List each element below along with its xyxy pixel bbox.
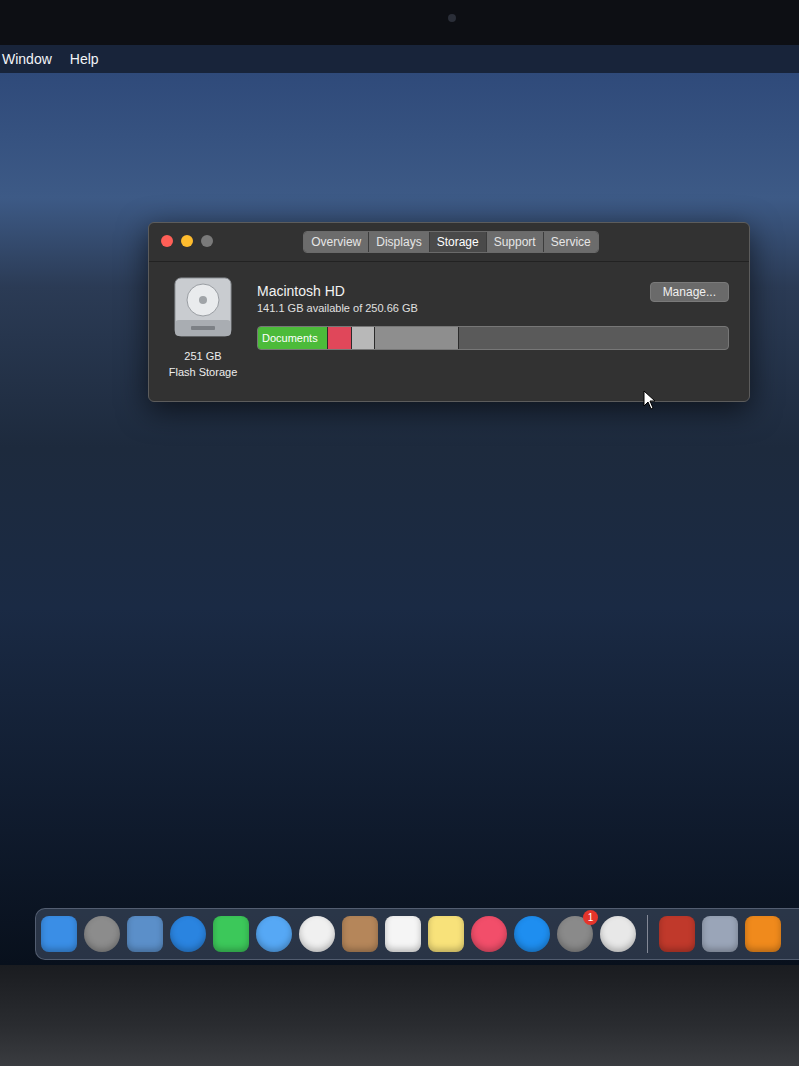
screen: Window Help OverviewDisplaysStorageSupport… <box>0 0 799 1066</box>
about-window: OverviewDisplaysStorageSupportService 251… <box>148 222 750 402</box>
menu-bar: Window Help <box>0 45 799 73</box>
hard-disk-icon <box>173 276 233 338</box>
dock-separator <box>647 915 648 953</box>
app-icon[interactable] <box>745 916 781 952</box>
disk-header: Macintosh HD141.1 GB available of 250.66… <box>257 282 729 316</box>
app-icon[interactable] <box>170 916 206 952</box>
disk-names: Macintosh HD141.1 GB available of 250.66… <box>257 282 418 316</box>
storage-segment[interactable] <box>352 327 374 349</box>
app-icon[interactable] <box>84 916 120 952</box>
camera-icon <box>448 14 456 22</box>
app-icon[interactable] <box>428 916 464 952</box>
traffic-lights <box>161 235 213 247</box>
desktop: OverviewDisplaysStorageSupportService 251… <box>0 73 799 965</box>
dock: 1 <box>35 908 799 960</box>
cursor-icon <box>643 390 657 410</box>
app-icon[interactable] <box>514 916 550 952</box>
disk-available: 141.1 GB available of 250.66 GB <box>257 301 418 316</box>
app-icon[interactable] <box>127 916 163 952</box>
close-button[interactable] <box>161 235 173 247</box>
app-icon[interactable] <box>471 916 507 952</box>
disk-capacity: 251 GB <box>184 348 221 364</box>
disk-info: Macintosh HD141.1 GB available of 250.66… <box>257 276 729 380</box>
disk-type: Flash Storage <box>169 364 237 380</box>
app-icon[interactable] <box>41 916 77 952</box>
minimize-button[interactable] <box>181 235 193 247</box>
storage-segment[interactable]: Documents <box>258 327 328 349</box>
tab[interactable]: Displays <box>368 232 428 252</box>
disk-name: Macintosh HD <box>257 282 418 300</box>
app-icon[interactable] <box>256 916 292 952</box>
app-icon[interactable] <box>600 916 636 952</box>
tab[interactable]: Overview <box>304 232 368 252</box>
menu-item[interactable]: Window <box>2 51 52 67</box>
menu-item[interactable]: Help <box>70 51 99 67</box>
bottom-bezel <box>0 965 799 1066</box>
tab-bar: OverviewDisplaysStorageSupportService <box>303 231 598 253</box>
app-icon[interactable] <box>213 916 249 952</box>
storage-segment[interactable] <box>328 327 353 349</box>
storage-panel: 251 GBFlash Storage Macintosh HD141.1 GB … <box>149 262 749 396</box>
app-icon[interactable] <box>299 916 335 952</box>
storage-bar: Documents <box>257 326 729 350</box>
app-icon[interactable] <box>385 916 421 952</box>
app-icon[interactable]: 1 <box>557 916 593 952</box>
app-icon[interactable] <box>702 916 738 952</box>
app-icon[interactable] <box>342 916 378 952</box>
notification-badge: 1 <box>583 910 598 925</box>
disk-column: 251 GBFlash Storage <box>169 276 237 380</box>
tab[interactable]: Storage <box>429 232 486 252</box>
manage-button[interactable]: Manage... <box>650 282 729 302</box>
app-icon[interactable] <box>659 916 695 952</box>
storage-segment[interactable] <box>375 327 460 349</box>
title-bar: OverviewDisplaysStorageSupportService <box>149 223 749 262</box>
tab[interactable]: Service <box>543 232 598 252</box>
tab[interactable]: Support <box>486 232 543 252</box>
zoom-button[interactable] <box>201 235 213 247</box>
top-bezel <box>0 0 799 45</box>
